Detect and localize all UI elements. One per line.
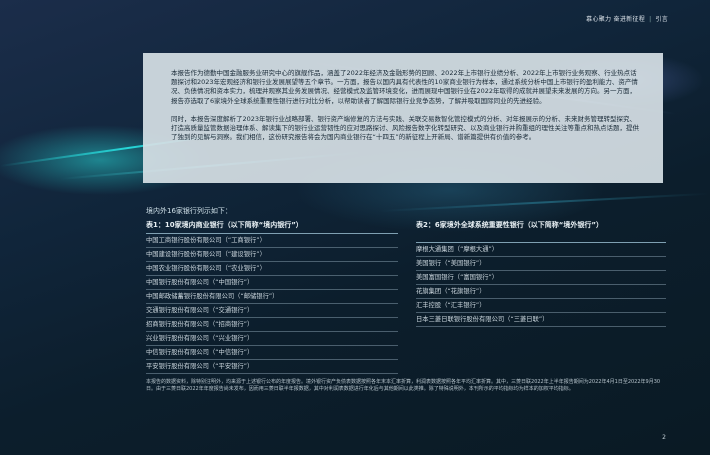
domestic-banks-table: 表1：10家境内商业银行（以下简称“境内银行”） 中国工商银行股份有限公司（“工… <box>146 221 398 374</box>
page-number: 2 <box>662 434 666 441</box>
table-row: 中国农业银行股份有限公司（“农业银行”） <box>146 262 398 276</box>
table-row: 中国邮政储蓄银行股份有限公司（“邮储银行”） <box>146 290 398 304</box>
footnote: 本报告的数据资料，除特别注明外，均来源于上述银行公布的年度报告。境外银行资产负债… <box>146 379 661 392</box>
table-title: 表1：10家境内商业银行（以下简称“境内银行”） <box>146 221 398 234</box>
running-header: 慕心聚力 奋进新征程 | 引言 <box>586 14 668 23</box>
intro-paragraph-1: 本报告作为德勤中国金融服务业研究中心的旗舰作品，涵盖了2022年经济及金融形势的… <box>171 69 638 105</box>
table-title: 表2：6家境外全球系统重要性银行（以下简称“境外银行”） <box>416 221 666 243</box>
table-row: 摩根大通集团（“摩根大通”） <box>416 243 666 257</box>
foreign-banks-table: 表2：6家境外全球系统重要性银行（以下简称“境外银行”） 摩根大通集团（“摩根大… <box>416 221 666 327</box>
header-title: 慕心聚力 奋进新征程 <box>586 16 646 23</box>
table-row: 兴业银行股份有限公司（“兴业银行”） <box>146 332 398 346</box>
table-row: 中信银行股份有限公司（“中信银行”） <box>146 346 398 360</box>
table-row: 日本三菱日联银行股份有限公司（“三菱日联”） <box>416 313 666 327</box>
table-row: 中国银行股份有限公司（“中国银行”） <box>146 276 398 290</box>
bank-list-lead: 境内外16家银行列示如下： <box>146 207 232 215</box>
table-row: 招商银行股份有限公司（“招商银行”） <box>146 318 398 332</box>
table-row: 汇丰控股（“汇丰银行”） <box>416 299 666 313</box>
table-row: 美国银行（“美国银行”） <box>416 257 666 271</box>
table-row: 花旗集团（“花旗银行”） <box>416 285 666 299</box>
table-row: 中国工商银行股份有限公司（“工商银行”） <box>146 234 398 248</box>
header-separator: | <box>649 16 652 23</box>
intro-panel: 本报告作为德勤中国金融服务业研究中心的旗舰作品，涵盖了2022年经济及金融形势的… <box>143 53 663 183</box>
table-row: 美国富国银行（“富国银行”） <box>416 271 666 285</box>
table-row: 交通银行股份有限公司（“交通银行”） <box>146 304 398 318</box>
table-row: 中国建设银行股份有限公司（“建设银行”） <box>146 248 398 262</box>
intro-paragraph-2: 同时，本报告深度解析了2023年银行业战略部署、银行资产端修复的方法与实践、关联… <box>171 114 639 142</box>
table-row: 平安银行股份有限公司（“平安银行”） <box>146 360 398 374</box>
header-section: 引言 <box>655 16 668 23</box>
